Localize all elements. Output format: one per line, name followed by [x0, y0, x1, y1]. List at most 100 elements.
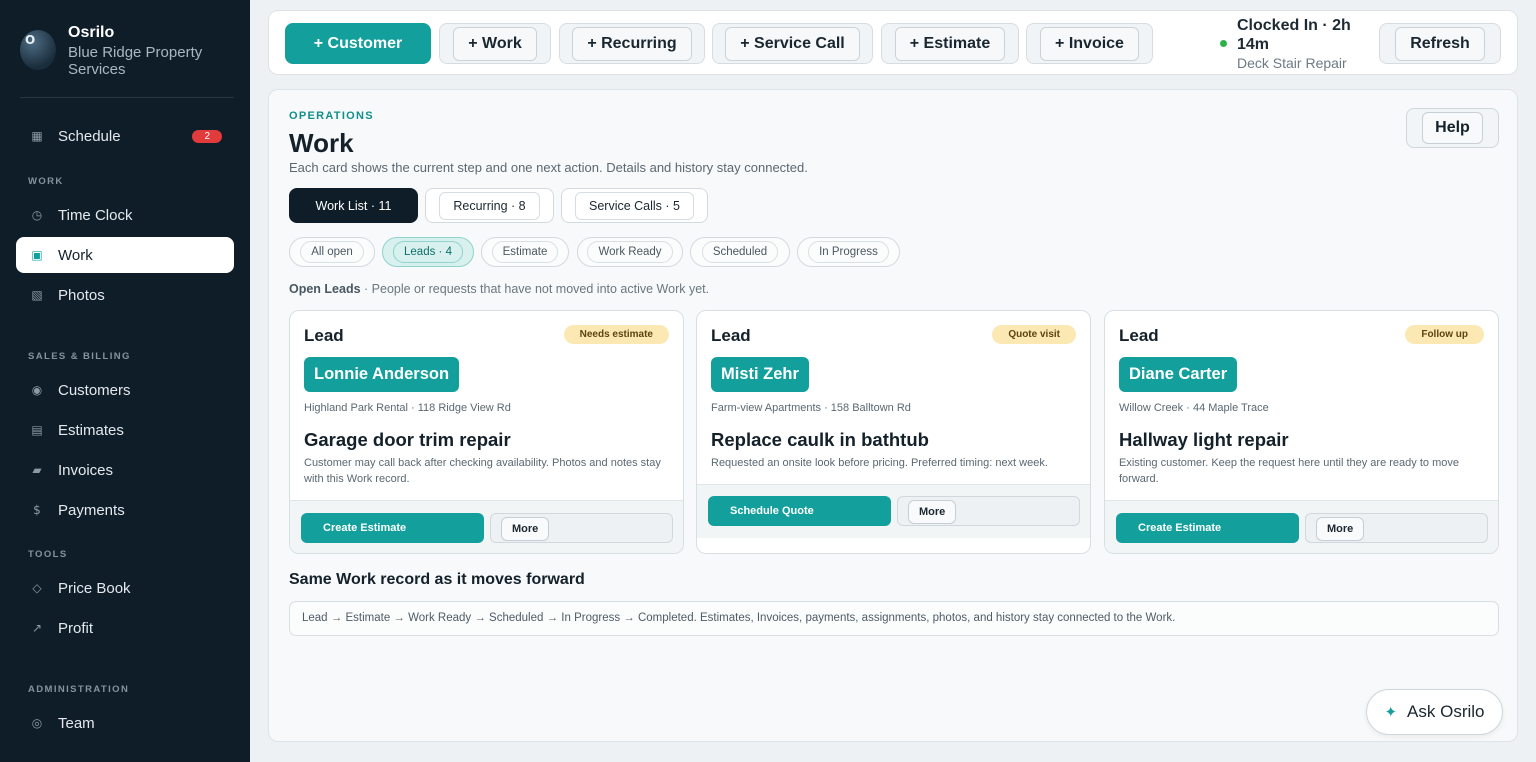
quick-actions-bar: + Customer + Work + Recurring + Service …: [268, 10, 1518, 75]
create-estimate-button[interactable]: Create Estimate: [1116, 513, 1299, 543]
button-label: + Service Call: [725, 26, 860, 61]
filter-chip-work-ready[interactable]: Work Ready: [577, 237, 683, 267]
clock-job-name: Deck Stair Repair: [1237, 55, 1347, 71]
status-badge: Quote visit: [992, 325, 1076, 344]
sidebar-item-label: Photos: [58, 286, 105, 304]
more-button[interactable]: More: [490, 513, 673, 543]
photo-icon: ▧: [31, 288, 43, 302]
work-panel: OPERATIONS Work Each card shows the curr…: [268, 89, 1518, 742]
status-badge: Follow up: [1405, 325, 1484, 344]
status-badge: Needs estimate: [563, 325, 669, 344]
more-button[interactable]: More: [897, 496, 1080, 526]
work-flow-description: Lead → Estimate → Work Ready → Scheduled…: [289, 601, 1499, 636]
more-button[interactable]: More: [1305, 513, 1488, 543]
button-label: More: [1316, 517, 1365, 541]
sidebar-item-time-clock[interactable]: ◷ Time Clock: [16, 197, 234, 233]
add-invoice-button[interactable]: + Invoice: [1026, 23, 1153, 64]
sidebar-item-estimates[interactable]: ▤ Estimates: [16, 412, 234, 448]
arrow-up-right-icon: ↗: [31, 621, 43, 635]
chip-label: Scheduled: [701, 241, 779, 263]
card-title: Garage door trim repair: [304, 429, 511, 450]
sidebar: O Osrilo Blue Ridge Property Services ▦ …: [0, 0, 250, 762]
filter-chip-scheduled[interactable]: Scheduled: [690, 237, 790, 267]
card-location: Highland Park Rental · 118 Ridge View Rd: [304, 402, 511, 414]
page-subtitle: Each card shows the current step and one…: [289, 160, 808, 175]
card-location: Farm-view Apartments · 158 Balltown Rd: [711, 402, 911, 414]
chip-label: Estimate: [491, 241, 559, 263]
card-location: Willow Creek · 44 Maple Trace: [1119, 402, 1269, 414]
customer-name-button[interactable]: Diane Carter: [1119, 357, 1238, 392]
add-work-button[interactable]: + Work: [439, 23, 551, 64]
sidebar-item-customers[interactable]: ◉ Customers: [16, 372, 234, 408]
sidebar-item-label: Estimates: [58, 421, 124, 439]
work-card[interactable]: Lead Follow up Diane Carter Willow Creek…: [1104, 310, 1499, 554]
button-label: More: [501, 517, 550, 541]
sparkle-icon: ✦: [1384, 703, 1398, 721]
card-actions: Schedule Quote More: [697, 484, 1090, 538]
button-label: Help: [1422, 112, 1483, 144]
filter-chip-leads[interactable]: Leads · 4: [382, 237, 474, 267]
add-customer-button[interactable]: + Customer: [285, 23, 431, 64]
add-estimate-button[interactable]: + Estimate: [881, 23, 1019, 64]
page-title: Work: [289, 128, 354, 158]
sidebar-item-label: Team: [58, 714, 95, 732]
ask-assistant-button[interactable]: ✦ Ask Osrilo: [1366, 689, 1503, 735]
filter-chip-estimate[interactable]: Estimate: [481, 237, 569, 267]
chip-label: Leads · 4: [393, 241, 463, 263]
diamond-icon: ◇: [32, 581, 42, 595]
sidebar-item-schedule[interactable]: ▦ Schedule 2: [16, 118, 234, 154]
card-note: Existing customer. Keep the request here…: [1119, 457, 1459, 485]
button-label: + Customer: [313, 34, 403, 52]
tab-recurring[interactable]: Recurring · 8: [425, 188, 554, 223]
sidebar-item-label: Work: [58, 246, 93, 264]
nav-section-work: WORK: [28, 176, 64, 187]
sidebar-item-label: Price Book: [58, 579, 131, 597]
sidebar-item-label: Payments: [58, 501, 125, 519]
card-kind: Lead: [1119, 326, 1159, 345]
filter-description: Open Leads · People or requests that hav…: [289, 282, 709, 296]
sidebar-item-work[interactable]: ▣ Work: [16, 237, 234, 273]
sidebar-item-payments[interactable]: $ Payments: [16, 492, 234, 528]
customer-name-button[interactable]: Lonnie Anderson: [304, 357, 460, 392]
filter-chip-in-progress[interactable]: In Progress: [797, 237, 900, 267]
card-actions: Create Estimate More: [1105, 500, 1498, 553]
tab-service-calls[interactable]: Service Calls · 5: [561, 188, 708, 223]
button-label: + Work: [453, 26, 537, 61]
sidebar-item-label: Schedule: [58, 127, 121, 145]
brand-logo: O: [20, 30, 56, 70]
chip-label: All open: [300, 241, 364, 263]
card-kind: Lead: [711, 326, 751, 345]
button-label: + Estimate: [894, 26, 1006, 61]
tab-work-list[interactable]: Work List · 11: [289, 188, 418, 223]
nav-section-admin: ADMINISTRATION: [28, 684, 130, 695]
schedule-quote-button[interactable]: Schedule Quote: [708, 496, 891, 526]
sidebar-item-label: Invoices: [58, 461, 114, 479]
help-button[interactable]: Help: [1406, 108, 1499, 148]
chip-label: Work Ready: [587, 241, 673, 263]
grid-icon: ▦: [31, 129, 43, 143]
customer-name-button[interactable]: Misti Zehr: [711, 357, 809, 392]
sidebar-item-team[interactable]: ◎ Team: [16, 705, 234, 741]
button-label: + Invoice: [1040, 26, 1139, 61]
customer-icon: ◉: [31, 383, 43, 397]
sidebar-item-invoices[interactable]: ▰ Invoices: [16, 452, 234, 488]
add-recurring-button[interactable]: + Recurring: [559, 23, 705, 64]
add-service-call-button[interactable]: + Service Call: [712, 23, 873, 64]
sidebar-item-photos[interactable]: ▧ Photos: [16, 277, 234, 313]
sidebar-item-label: Time Clock: [58, 206, 133, 224]
clocked-in-status-dot: [1220, 40, 1227, 47]
filter-name: Open Leads: [289, 282, 361, 296]
section-title: Same Work record as it moves forward: [289, 571, 585, 588]
create-estimate-button[interactable]: Create Estimate: [301, 513, 484, 543]
card-title: Replace caulk in bathtub: [711, 429, 929, 450]
card-title: Hallway light repair: [1119, 429, 1289, 450]
sidebar-item-profit[interactable]: ↗ Profit: [16, 610, 234, 646]
refresh-button[interactable]: Refresh: [1379, 23, 1501, 64]
work-card[interactable]: Lead Needs estimate Lonnie Anderson High…: [289, 310, 684, 554]
filter-chip-all-open[interactable]: All open: [289, 237, 375, 267]
work-card[interactable]: Lead Quote visit Misti Zehr Farm-view Ap…: [696, 310, 1091, 554]
brand-logo-letter: O: [25, 33, 36, 47]
estimate-icon: ▤: [31, 423, 43, 437]
tab-label: Service Calls · 5: [575, 191, 694, 220]
sidebar-item-price-book[interactable]: ◇ Price Book: [16, 570, 234, 606]
